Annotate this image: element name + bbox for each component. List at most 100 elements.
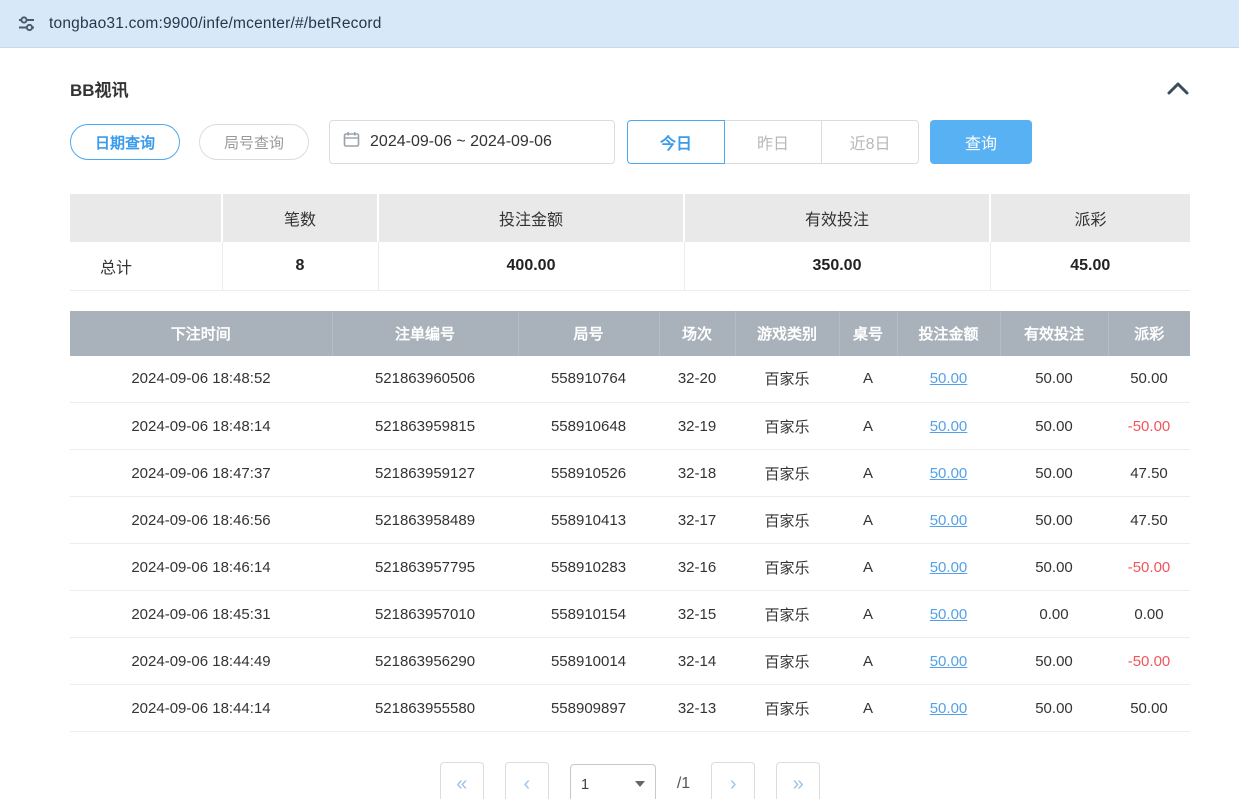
bet-time: 2024-09-06 18:46:14 [70,544,332,591]
summary-total-label: 总计 [70,242,222,290]
bet-time: 2024-09-06 18:46:56 [70,497,332,544]
payout: 47.50 [1108,450,1190,497]
order-number: 521863957010 [332,591,518,638]
bet-time: 2024-09-06 18:48:52 [70,356,332,403]
column-header: 桌号 [839,311,897,356]
round-number: 558910648 [518,403,659,450]
prev-page-button[interactable]: ‹ [505,762,549,799]
bet-time: 2024-09-06 18:45:31 [70,591,332,638]
first-page-button[interactable]: « [440,762,484,799]
site-settings-icon[interactable] [17,14,36,33]
payout: 50.00 [1108,356,1190,403]
bet-amount-link[interactable]: 50.00 [930,418,968,435]
date-range-input[interactable]: 2024-09-06 ~ 2024-09-06 [329,120,615,164]
summary-header-bet-amount: 投注金额 [378,194,684,242]
bet-amount-link[interactable]: 50.00 [930,559,968,576]
column-header: 注单编号 [332,311,518,356]
today-button[interactable]: 今日 [627,120,725,164]
table-row: 2024-09-06 18:44:14521863955580558909897… [70,685,1190,732]
table-number: A [839,685,897,732]
bet-amount-cell: 50.00 [897,450,1000,497]
session: 32-18 [659,450,735,497]
column-header: 有效投注 [1000,311,1108,356]
round-number: 558910283 [518,544,659,591]
valid-bet: 50.00 [1000,497,1108,544]
date-query-tab[interactable]: 日期查询 [70,124,180,160]
bet-time: 2024-09-06 18:44:14 [70,685,332,732]
session: 32-14 [659,638,735,685]
chevron-down-icon [635,781,645,787]
round-number: 558909897 [518,685,659,732]
search-button[interactable]: 查询 [930,120,1032,164]
order-number: 521863959815 [332,403,518,450]
bet-amount-link[interactable]: 50.00 [930,700,968,717]
game-type: 百家乐 [735,403,839,450]
round-number: 558910014 [518,638,659,685]
url-text[interactable]: tongbao31.com:9900/infe/mcenter/#/betRec… [49,15,382,33]
column-header: 场次 [659,311,735,356]
summary-table: 笔数 投注金额 有效投注 派彩 总计 8 400.00 350.00 45.00 [70,194,1190,291]
table-row: 2024-09-06 18:46:14521863957795558910283… [70,544,1190,591]
table-row: 2024-09-06 18:46:56521863958489558910413… [70,497,1190,544]
game-type: 百家乐 [735,591,839,638]
calendar-icon [343,131,360,153]
round-number: 558910413 [518,497,659,544]
round-query-tab[interactable]: 局号查询 [199,124,309,160]
collapse-chevron-up-icon[interactable] [1166,81,1190,96]
date-range-value: 2024-09-06 ~ 2024-09-06 [370,133,552,151]
table-row: 2024-09-06 18:48:14521863959815558910648… [70,403,1190,450]
summary-count-value: 8 [222,242,378,290]
bet-amount-cell: 50.00 [897,638,1000,685]
payout: -50.00 [1108,403,1190,450]
valid-bet: 50.00 [1000,403,1108,450]
page-select[interactable]: 1 [570,764,656,799]
last-page-button[interactable]: » [776,762,820,799]
bet-time: 2024-09-06 18:48:14 [70,403,332,450]
summary-header-blank [70,194,222,242]
summary-header-row: 笔数 投注金额 有效投注 派彩 [70,194,1190,242]
summary-header-valid-bet: 有效投注 [684,194,990,242]
payout: 0.00 [1108,591,1190,638]
bet-amount-cell: 50.00 [897,544,1000,591]
bet-time: 2024-09-06 18:44:49 [70,638,332,685]
valid-bet: 50.00 [1000,685,1108,732]
table-number: A [839,591,897,638]
table-row: 2024-09-06 18:48:52521863960506558910764… [70,356,1190,403]
table-number: A [839,450,897,497]
summary-total-row: 总计 8 400.00 350.00 45.00 [70,242,1190,290]
bet-amount-cell: 50.00 [897,403,1000,450]
bet-amount-cell: 50.00 [897,685,1000,732]
game-type: 百家乐 [735,450,839,497]
last-8-days-button[interactable]: 近8日 [821,120,919,164]
pagination: « ‹ 1 /1 › » [70,762,1190,799]
bet-amount-link[interactable]: 50.00 [930,512,968,529]
bet-record-page: BB视讯 日期查询 局号查询 2024-09-06 ~ 2024-09-06 今… [0,70,1239,799]
page-select-value: 1 [581,776,589,793]
bet-amount-cell: 50.00 [897,591,1000,638]
game-type: 百家乐 [735,356,839,403]
page-title: BB视讯 [70,76,129,101]
order-number: 521863960506 [332,356,518,403]
summary-bet-amount-value: 400.00 [378,242,684,290]
records-header-row: 下注时间注单编号局号场次游戏类别桌号投注金额有效投注派彩 [70,311,1190,356]
yesterday-button[interactable]: 昨日 [724,120,822,164]
bet-amount-link[interactable]: 50.00 [930,606,968,623]
table-row: 2024-09-06 18:44:49521863956290558910014… [70,638,1190,685]
game-type: 百家乐 [735,638,839,685]
bet-amount-link[interactable]: 50.00 [930,370,968,387]
next-page-button[interactable]: › [711,762,755,799]
table-number: A [839,638,897,685]
bet-amount-link[interactable]: 50.00 [930,465,968,482]
game-type: 百家乐 [735,497,839,544]
session: 32-19 [659,403,735,450]
order-number: 521863958489 [332,497,518,544]
column-header: 局号 [518,311,659,356]
game-type: 百家乐 [735,685,839,732]
session: 32-15 [659,591,735,638]
bet-amount-link[interactable]: 50.00 [930,653,968,670]
total-pages-label: /1 [677,775,690,793]
order-number: 521863959127 [332,450,518,497]
table-number: A [839,356,897,403]
game-type: 百家乐 [735,544,839,591]
browser-url-bar: tongbao31.com:9900/infe/mcenter/#/betRec… [0,0,1239,48]
